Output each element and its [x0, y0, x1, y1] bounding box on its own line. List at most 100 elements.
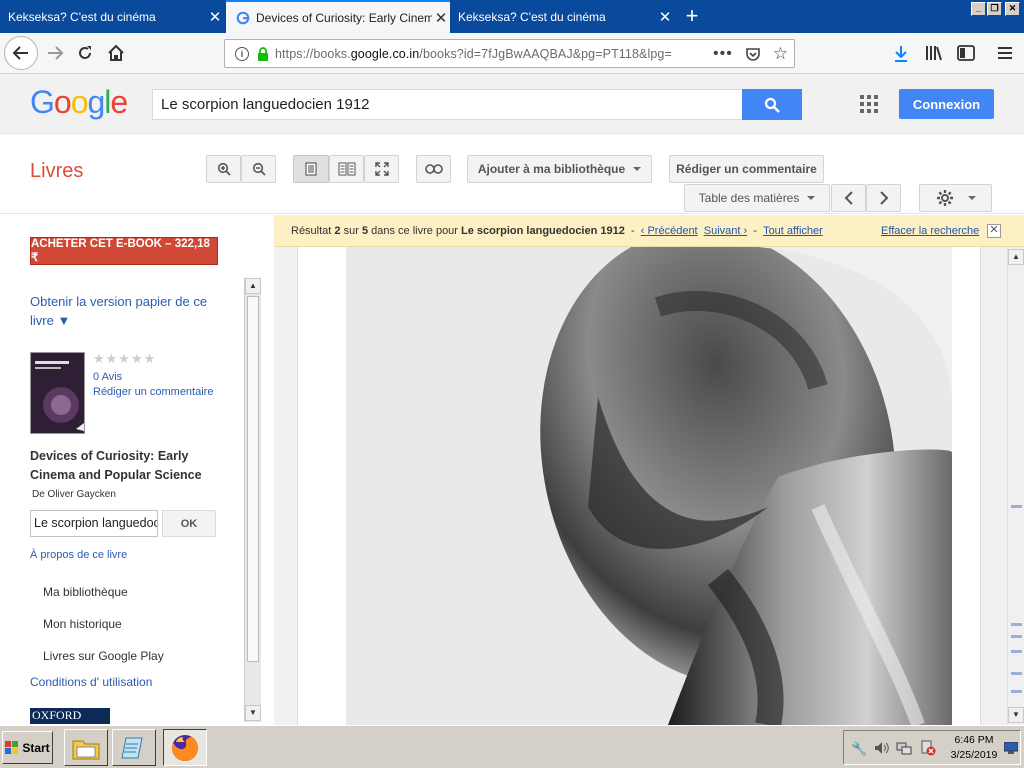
browser-tab[interactable]: Kekseksa? C'est du cinéma ✕	[450, 0, 674, 33]
zoom-out-button[interactable]	[241, 155, 276, 183]
google-header: Google Le scorpion languedocien 1912 Con…	[0, 74, 1024, 134]
reviews-count-link[interactable]: 0 Avis	[93, 371, 122, 383]
about-book-link[interactable]: À propos de ce livre	[30, 549, 127, 561]
search-hit-marker[interactable]	[1011, 505, 1022, 508]
divider	[0, 213, 1024, 214]
search-hit-marker[interactable]	[1011, 672, 1022, 675]
buy-ebook-button[interactable]: ACHETER CET E-BOOK – 322,18 ₹	[30, 237, 218, 265]
browser-tab[interactable]: Kekseksa? C'est du cinéma ✕	[0, 0, 224, 33]
search-in-book-ok-button[interactable]: OK	[162, 510, 216, 537]
start-button[interactable]: Start	[2, 731, 53, 764]
google-favicon-icon	[236, 11, 250, 24]
get-print-book-link[interactable]: Obtenir la version papier de ce livre ▼	[30, 292, 220, 330]
browser-nav-bar: i https://books.google.co.in/books?id=7f…	[0, 33, 1024, 74]
book-page-image[interactable]	[297, 247, 981, 725]
reader-scrollbar[interactable]: ▲ ▼	[1007, 247, 1024, 725]
sign-in-button[interactable]: Connexion	[899, 89, 994, 119]
settings-button[interactable]	[919, 184, 992, 212]
tab-title: Devices of Curiosity: Early Cinema	[256, 10, 432, 25]
show-all-results-link[interactable]: Tout afficher	[763, 225, 823, 237]
result-prefix: Résultat	[291, 224, 332, 237]
clear-search-link[interactable]: Effacer la recherche	[881, 225, 979, 237]
next-page-button[interactable]	[866, 184, 901, 212]
previous-page-button[interactable]	[831, 184, 866, 212]
previous-result-link[interactable]: ‹ Précédent	[641, 225, 698, 237]
search-input[interactable]: Le scorpion languedocien 1912	[152, 89, 743, 120]
menu-my-library[interactable]: Ma bibliothèque	[43, 585, 128, 599]
rating-stars[interactable]: ★★★★★	[93, 351, 156, 367]
minimize-window-icon[interactable]: _	[971, 2, 986, 16]
network-icon[interactable]	[896, 741, 912, 755]
close-tab-icon[interactable]: ✕	[206, 8, 224, 26]
restore-window-icon[interactable]: ❐	[987, 2, 1002, 16]
firefox-taskbar-icon[interactable]	[163, 729, 207, 766]
table-of-contents-button[interactable]: Table des matières	[684, 184, 830, 212]
next-result-link[interactable]: Suivant ›	[704, 225, 747, 237]
fullscreen-button[interactable]	[364, 155, 399, 183]
page-actions-icon[interactable]: •••	[713, 45, 733, 63]
security-alert-icon[interactable]	[920, 740, 936, 756]
terms-of-use-link[interactable]: Conditions d' utilisation	[30, 675, 152, 689]
link-button[interactable]	[416, 155, 451, 183]
library-icon[interactable]	[925, 45, 943, 61]
tab-title: Kekseksa? C'est du cinéma	[8, 9, 156, 24]
new-tab-plus-icon[interactable]: +	[680, 4, 704, 28]
search-hit-marker[interactable]	[1011, 623, 1022, 626]
zoom-in-button[interactable]	[206, 155, 241, 183]
apps-grid-icon[interactable]	[860, 95, 878, 113]
search-icon	[764, 97, 780, 113]
two-page-view-button[interactable]	[329, 155, 364, 183]
single-page-icon	[305, 162, 317, 176]
write-review-button[interactable]: Rédiger un commentaire	[669, 155, 824, 183]
file-explorer-icon[interactable]	[64, 729, 108, 766]
browser-tab-active[interactable]: Devices of Curiosity: Early Cinema ✕	[226, 0, 450, 33]
book-cover-thumbnail[interactable]	[30, 352, 85, 434]
notepad-icon[interactable]	[112, 729, 156, 766]
google-logo[interactable]: Google	[30, 84, 128, 121]
sidebar-icon[interactable]	[957, 45, 975, 61]
reload-icon[interactable]	[70, 38, 100, 68]
close-tab-icon[interactable]: ✕	[656, 8, 674, 26]
show-desktop-icon[interactable]	[1004, 742, 1018, 754]
download-icon[interactable]	[893, 45, 909, 63]
book-author: De Oliver Gaycken	[32, 489, 116, 500]
scroll-down-icon[interactable]: ▼	[245, 705, 261, 721]
chevron-down-icon	[967, 196, 976, 200]
search-hit-marker[interactable]	[1011, 690, 1022, 693]
publisher-logo[interactable]: OXFORD	[30, 708, 110, 724]
forward-arrow-icon[interactable]	[40, 38, 70, 68]
search-in-book-input[interactable]: Le scorpion languedocien 1912	[30, 510, 158, 537]
menu-google-play-books[interactable]: Livres sur Google Play	[43, 649, 164, 663]
system-tray: 🔧 6:46 PM 3/25/2019	[843, 730, 1021, 765]
add-to-library-button[interactable]: Ajouter à ma bibliothèque	[467, 155, 652, 183]
tools-icon[interactable]: 🔧	[851, 741, 867, 757]
left-panel-scrollbar[interactable]: ▲ ▼	[244, 278, 261, 722]
section-title[interactable]: Livres	[30, 160, 83, 183]
menu-my-history[interactable]: Mon historique	[43, 617, 122, 631]
url-text[interactable]: https://books.google.co.in/books?id=7fJg…	[275, 47, 685, 61]
scroll-up-icon[interactable]: ▲	[1008, 249, 1024, 265]
clock-date: 3/25/2019	[950, 749, 998, 761]
scrollbar-thumb[interactable]	[247, 296, 259, 662]
search-button[interactable]	[742, 89, 802, 120]
close-tab-icon[interactable]: ✕	[432, 9, 450, 27]
book-reader[interactable]: ▲ ▼	[274, 247, 1024, 725]
windows-logo-icon	[5, 740, 19, 754]
clock[interactable]: 6:46 PM 3/25/2019	[946, 733, 1002, 763]
bookmark-star-icon[interactable]: ☆	[773, 44, 788, 64]
hamburger-menu-icon[interactable]	[997, 46, 1013, 60]
close-icon[interactable]: ✕	[987, 224, 1001, 238]
close-window-icon[interactable]: ✕	[1005, 2, 1020, 16]
volume-icon[interactable]	[874, 741, 890, 755]
search-hit-marker[interactable]	[1011, 650, 1022, 653]
scroll-down-icon[interactable]: ▼	[1008, 707, 1024, 723]
search-hit-marker[interactable]	[1011, 635, 1022, 638]
info-icon[interactable]: i	[235, 46, 249, 61]
write-review-link[interactable]: Rédiger un commentaire	[93, 386, 213, 398]
single-page-view-button[interactable]	[293, 155, 329, 183]
home-icon[interactable]	[101, 38, 131, 68]
url-bar[interactable]: i https://books.google.co.in/books?id=7f…	[224, 39, 795, 68]
back-arrow-icon[interactable]	[4, 36, 38, 70]
pocket-icon[interactable]	[745, 46, 761, 62]
scroll-up-icon[interactable]: ▲	[245, 278, 261, 294]
